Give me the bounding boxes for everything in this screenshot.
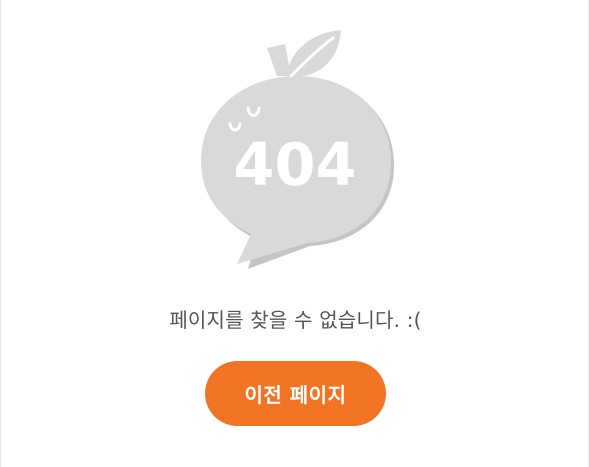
previous-page-button[interactable]: 이전 페이지 [205, 361, 386, 426]
not-found-message: 페이지를 찾을 수 없습니다. :( [169, 308, 422, 332]
tangerine-bubble-icon: 404 [201, 30, 394, 269]
stem-shape [267, 44, 291, 76]
error-code-text: 404 [233, 130, 356, 199]
error-page: 404 페이지를 찾을 수 없습니다. :( 이전 페이지 [0, 0, 589, 467]
tangerine-404-illustration: 404 [187, 28, 407, 278]
